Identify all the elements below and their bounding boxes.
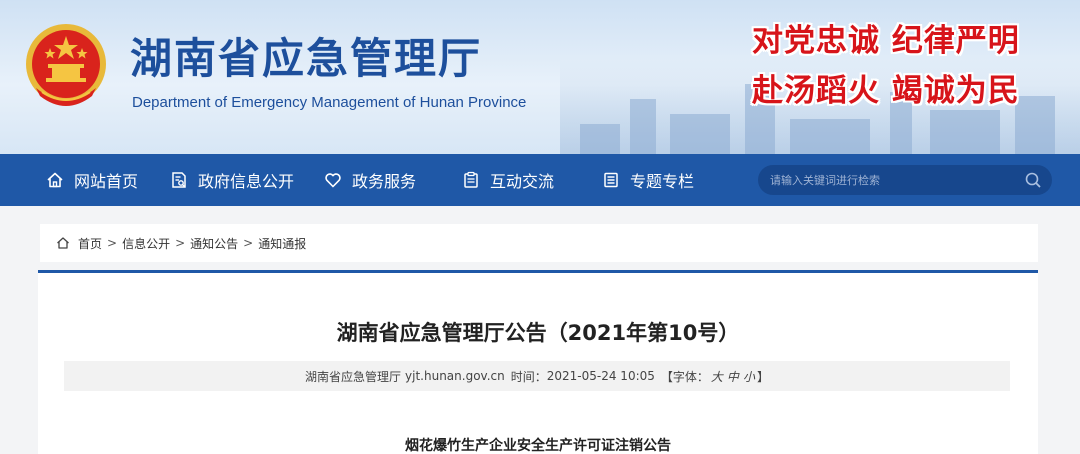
nav-item-gov-info[interactable]: 政府信息公开 <box>170 154 294 206</box>
breadcrumb-separator: > <box>243 236 254 250</box>
document-search-icon <box>172 172 186 188</box>
font-size-medium-button[interactable]: 中 <box>727 368 739 385</box>
breadcrumb: 首页 > 信息公开 > 通知公告 > 通知通报 <box>40 224 1038 262</box>
breadcrumb-separator: > <box>175 236 186 250</box>
breadcrumb-home[interactable]: 首页 <box>78 235 102 252</box>
font-size-close: 】 <box>756 369 769 384</box>
nav-item-label: 网站首页 <box>74 172 139 191</box>
slogan-line-1: 对党忠诚 纪律严明 <box>752 23 1020 59</box>
page: 湖南省应急管理厅 Department of Emergency Managem… <box>0 0 1080 454</box>
breadcrumb-notices[interactable]: 通知公告 <box>190 235 238 252</box>
article-meta: 湖南省应急管理厅 yjt.hunan.gov.cn 时间： 2021-05-24 … <box>64 361 1010 391</box>
font-size-large-button[interactable]: 大 <box>711 368 723 385</box>
search-box <box>758 165 1052 195</box>
nav-item-gov-services[interactable]: 政务服务 <box>324 154 416 206</box>
article-subheading: 烟花爆竹生产企业安全生产许可证注销公告 <box>405 438 671 454</box>
article-panel: 湖南省应急管理厅公告（2021年第10号） 湖南省应急管理厅 yjt.hunan… <box>38 270 1038 454</box>
article-source: 湖南省应急管理厅 <box>305 369 402 384</box>
clipboard-icon <box>464 171 478 188</box>
font-size-small-button[interactable]: 小 <box>743 368 755 385</box>
nav-item-label: 互动交流 <box>490 172 555 191</box>
article-site: yjt.hunan.gov.cn <box>405 369 505 383</box>
breadcrumb-bulletins[interactable]: 通知通报 <box>258 235 306 252</box>
article-time-label: 时间： <box>510 369 547 384</box>
search-input[interactable] <box>758 173 1008 187</box>
home-icon[interactable] <box>56 236 70 250</box>
list-document-icon <box>604 172 618 188</box>
slogan-line-2: 赴汤蹈火 竭诚为民 <box>752 73 1020 109</box>
site-subtitle: Department of Emergency Management of Hu… <box>132 94 527 111</box>
nav-item-label: 政府信息公开 <box>198 172 295 191</box>
breadcrumb-info-public[interactable]: 信息公开 <box>122 235 170 252</box>
national-emblem-icon[interactable] <box>22 22 110 114</box>
article-title: 湖南省应急管理厅公告（2021年第10号） <box>336 321 740 345</box>
nav-item-interaction[interactable]: 互动交流 <box>462 154 554 206</box>
nav-item-special-topics[interactable]: 专题专栏 <box>602 154 694 206</box>
search-icon[interactable] <box>1024 171 1042 189</box>
site-banner: 湖南省应急管理厅 Department of Emergency Managem… <box>0 0 1080 154</box>
nav-item-label: 专题专栏 <box>630 172 695 191</box>
nav-item-home[interactable]: 网站首页 <box>46 154 138 206</box>
home-icon <box>47 172 63 188</box>
heart-icon <box>325 173 341 188</box>
nav-item-label: 政务服务 <box>352 172 417 191</box>
site-title[interactable]: 湖南省应急管理厅 <box>130 38 482 80</box>
breadcrumb-separator: > <box>107 236 118 250</box>
article-time: 2021-05-24 10:05 <box>546 369 655 383</box>
font-size-open: 【字体： <box>660 369 709 384</box>
